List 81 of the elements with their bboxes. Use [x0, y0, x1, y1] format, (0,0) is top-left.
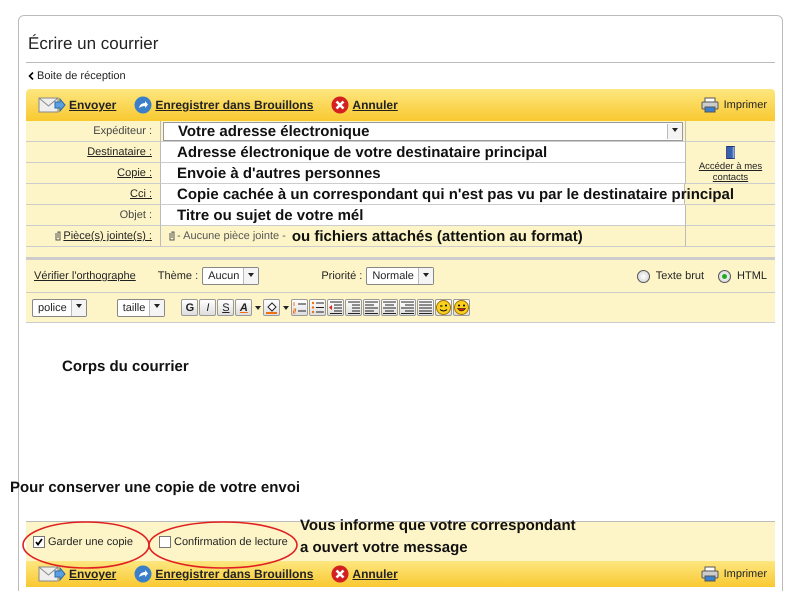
bold-button[interactable]: G — [181, 299, 198, 316]
align-left-button[interactable] — [363, 299, 380, 316]
field-label-link[interactable]: Copie : — [117, 167, 152, 179]
chevron-left-icon — [28, 72, 34, 80]
field-label-link[interactable]: Pièce(s) jointe(s) : — [63, 230, 152, 242]
priority-select[interactable]: Normale — [366, 267, 434, 285]
theme-label: Thème : — [158, 270, 198, 282]
align-center-button[interactable] — [381, 299, 398, 316]
italic-button[interactable]: I — [199, 299, 216, 316]
smiley-icon — [454, 300, 470, 315]
font-select[interactable]: police — [32, 298, 87, 316]
send-link[interactable]: Envoyer — [38, 97, 116, 113]
annotation-text: ou fichiers attachés (attention au format) — [292, 228, 583, 244]
paperclip-icon — [55, 231, 62, 241]
checkbox-label: Garder une copie — [48, 536, 133, 548]
align-right-icon — [401, 301, 414, 314]
annotation-text: Pour conserver une copie de votre envoi — [10, 479, 300, 496]
book-icon — [725, 146, 736, 159]
field-label-link[interactable]: Cci : — [130, 188, 152, 200]
print-link[interactable]: Imprimer — [700, 566, 767, 582]
field-label: Objet : — [120, 209, 152, 221]
close-icon — [331, 565, 350, 583]
align-center-icon — [383, 301, 396, 314]
annotation-text: a ouvert votre message — [300, 538, 469, 558]
annotation-text: Vous informe que votre correspondant — [300, 516, 576, 536]
wink-button[interactable] — [435, 299, 452, 316]
smiley-button[interactable] — [453, 299, 470, 316]
checkbox[interactable] — [159, 536, 171, 548]
radio-button[interactable] — [636, 270, 650, 282]
arrow-circle-icon — [134, 565, 152, 583]
annotation-text: Corps du courrier — [62, 358, 189, 375]
spellcheck-link[interactable]: Vérifier l'orthographe — [34, 270, 136, 282]
highlight-icon — [265, 301, 278, 314]
bullet-list-button[interactable] — [309, 299, 326, 316]
priority-label: Priorité : — [321, 270, 362, 282]
field-label-link[interactable]: Destinataire : — [87, 146, 152, 158]
align-right-button[interactable] — [399, 299, 416, 316]
text-color-button[interactable]: A — [235, 299, 252, 316]
checkbox-label: Confirmation de lecture — [174, 536, 288, 548]
envelope-icon — [38, 97, 66, 113]
draft-link[interactable]: Enregistrer dans Brouillons — [134, 565, 314, 583]
bullet-list-icon — [311, 301, 324, 314]
close-icon — [331, 96, 350, 114]
numbered-list-button[interactable] — [291, 299, 308, 316]
outdent-button[interactable] — [327, 299, 344, 316]
sender-select[interactable]: Votre adresse électronique — [163, 122, 683, 140]
input-field[interactable]: Titre ou sujet de votre mél — [161, 205, 685, 226]
numbered-list-icon — [293, 301, 306, 314]
cancel-link[interactable]: Annuler — [331, 565, 398, 583]
print-link[interactable]: Imprimer — [700, 97, 767, 113]
input-field[interactable]: Adresse électronique de votre destinataire principal — [161, 142, 685, 163]
printer-icon — [700, 97, 719, 113]
underline-button[interactable]: S — [217, 299, 234, 316]
radio-button[interactable] — [718, 270, 732, 282]
attachment-status: - Aucune pièce jointe - — [177, 230, 286, 242]
arrow-circle-icon — [134, 96, 152, 114]
checkbox[interactable] — [33, 536, 45, 548]
align-left-icon — [365, 301, 378, 314]
indent-icon — [347, 301, 360, 314]
indent-button[interactable] — [345, 299, 362, 316]
field-label: Expéditeur : — [93, 125, 152, 137]
input-field[interactable]: Copie cachée à un correspondant qui n'est pas vu par le destinataire principal — [161, 184, 775, 205]
printer-icon — [700, 566, 719, 582]
radio-label: Texte brut — [656, 270, 704, 282]
radio-label: HTML — [737, 270, 767, 282]
theme-select[interactable]: Aucun — [202, 267, 260, 285]
size-select[interactable]: taille — [116, 298, 166, 316]
send-link[interactable]: Envoyer — [38, 566, 116, 582]
envelope-icon — [38, 566, 66, 582]
back-link[interactable]: Boite de réception — [26, 63, 775, 89]
highlight-button[interactable] — [263, 299, 280, 316]
outdent-icon — [329, 301, 342, 314]
paperclip-icon — [169, 231, 175, 241]
input-field[interactable]: Envoie à d'autres personnes — [161, 163, 685, 184]
justify-icon — [419, 301, 432, 314]
window-title: Écrire un courrier — [28, 34, 160, 55]
winking-smiley-icon — [436, 300, 452, 315]
draft-link[interactable]: Enregistrer dans Brouillons — [134, 96, 314, 114]
contacts-link[interactable]: Accéder à mes contacts — [696, 161, 766, 183]
cancel-link[interactable]: Annuler — [331, 96, 398, 114]
justify-button[interactable] — [417, 299, 434, 316]
